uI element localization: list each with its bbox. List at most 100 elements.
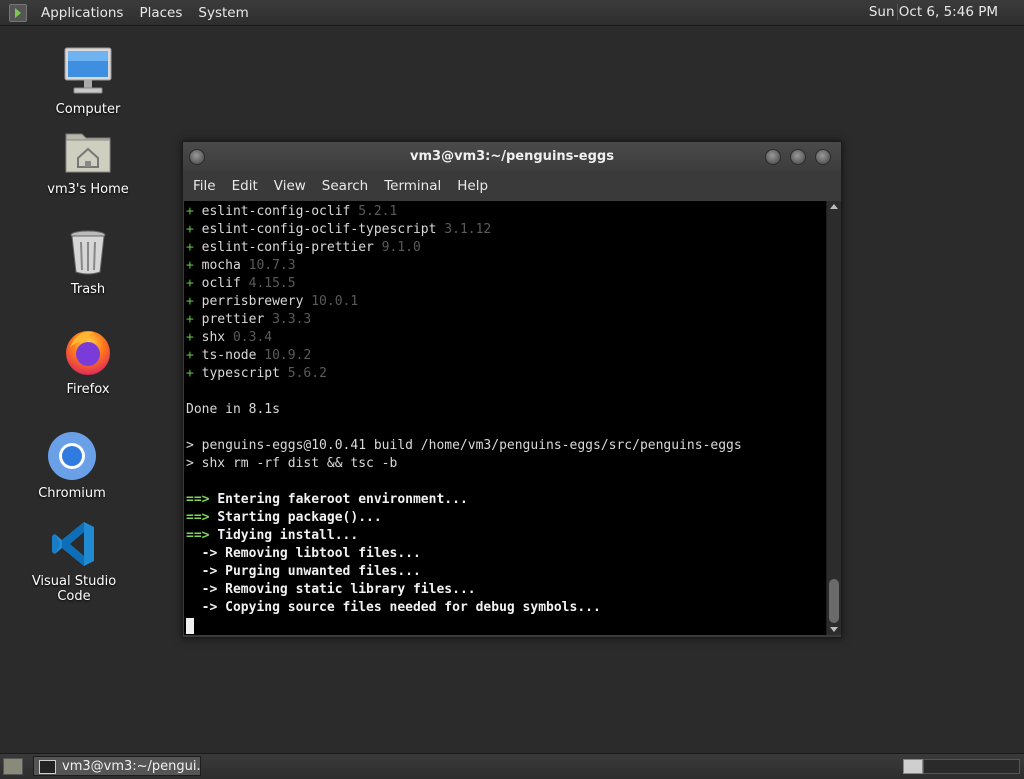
- plus-marker: +: [186, 330, 194, 345]
- package-line: + shx 0.3.4: [186, 329, 826, 347]
- desktop-icon-label: Computer: [55, 102, 121, 117]
- desktop-icon-computer[interactable]: Computer: [28, 46, 148, 117]
- substep-text: Removing libtool files...: [225, 546, 421, 561]
- package-line: + prettier 3.3.3: [186, 311, 826, 329]
- package-name: prettier: [201, 312, 265, 327]
- package-line: + eslint-config-oclif-typescript 3.1.12: [186, 221, 826, 239]
- menu-applications[interactable]: Applications: [33, 5, 131, 21]
- menu-places[interactable]: Places: [131, 5, 190, 21]
- desktop-icon-home[interactable]: vm3's Home: [28, 126, 148, 197]
- menu-terminal[interactable]: Terminal: [376, 178, 449, 194]
- plus-marker: +: [186, 348, 194, 363]
- workspace-switcher-1[interactable]: [903, 759, 923, 774]
- desktop-icon-label: Chromium: [38, 486, 106, 501]
- package-name: oclif: [201, 276, 241, 291]
- window-title-bar[interactable]: vm3@vm3:~/penguins-eggs: [183, 142, 841, 172]
- plus-marker: +: [186, 294, 194, 309]
- plus-marker: +: [186, 366, 194, 381]
- package-line: + eslint-config-prettier 9.1.0: [186, 239, 826, 257]
- step-text: Tidying install...: [217, 528, 359, 543]
- desktop-icon-firefox[interactable]: Firefox: [28, 326, 148, 397]
- package-line: + oclif 4.15.5: [186, 275, 826, 293]
- close-button[interactable]: [815, 149, 831, 165]
- step-line: ==> Tidying install...: [186, 527, 826, 545]
- package-name: perrisbrewery: [201, 294, 304, 309]
- workspace-switcher-2[interactable]: [923, 759, 1020, 774]
- cursor-line: [186, 617, 826, 635]
- plus-marker: +: [186, 258, 194, 273]
- plus-marker: +: [186, 276, 194, 291]
- substep-line: -> Removing libtool files...: [186, 545, 826, 563]
- terminal-output[interactable]: + eslint-config-oclif 5.2.1 + eslint-con…: [184, 201, 826, 635]
- scroll-down-arrow-icon[interactable]: [830, 627, 838, 632]
- terminal-icon: [39, 760, 56, 774]
- show-desktop-icon[interactable]: [3, 758, 23, 775]
- vscode-icon: [48, 518, 100, 570]
- substep-line: -> Removing static library files...: [186, 581, 826, 599]
- menu-file[interactable]: File: [185, 178, 224, 194]
- package-version: 3.3.3: [272, 312, 312, 327]
- scrollbar-thumb[interactable]: [829, 579, 839, 623]
- step-text: Starting package()...: [217, 510, 382, 525]
- package-name: eslint-config-oclif: [201, 204, 351, 219]
- substep-line: -> Purging unwanted files...: [186, 563, 826, 581]
- package-line: + ts-node 10.9.2: [186, 347, 826, 365]
- menu-help[interactable]: Help: [449, 178, 496, 194]
- desktop-icon-chromium[interactable]: Chromium: [12, 430, 132, 501]
- package-version: 4.15.5: [248, 276, 296, 291]
- package-version: 0.3.4: [232, 330, 273, 345]
- step-marker: ==>: [186, 528, 210, 543]
- step-marker: ==>: [186, 510, 210, 525]
- plus-marker: +: [186, 222, 194, 237]
- package-line: + mocha 10.7.3: [186, 257, 826, 275]
- substep-marker: ->: [201, 600, 218, 615]
- command-text: penguins-eggs@10.0.41 build /home/vm3/pe…: [201, 438, 742, 453]
- step-marker: ==>: [186, 492, 210, 507]
- home-folder-icon: [62, 126, 114, 178]
- package-version: 9.1.0: [381, 240, 421, 255]
- terminal-scrollbar[interactable]: [826, 201, 841, 635]
- step-text: Entering fakeroot environment...: [217, 492, 468, 507]
- package-name: ts-node: [201, 348, 257, 363]
- distro-logo-icon[interactable]: [9, 3, 27, 22]
- text-cursor: [186, 617, 194, 634]
- package-name: eslint-config-prettier: [201, 240, 374, 255]
- substep-marker: ->: [201, 546, 218, 561]
- plus-marker: +: [186, 204, 194, 219]
- taskbar-item-label: vm3@vm3:~/pengui...: [62, 759, 201, 774]
- desktop-icon-label: Firefox: [66, 382, 110, 397]
- menu-view[interactable]: View: [266, 178, 314, 194]
- taskbar-item-terminal[interactable]: vm3@vm3:~/pengui...: [33, 756, 201, 776]
- terminal-window[interactable]: vm3@vm3:~/penguins-eggs File Edit View S…: [182, 141, 842, 638]
- clock[interactable]: Sun Oct 6, 5:46 PM: [869, 4, 998, 20]
- scroll-up-arrow-icon[interactable]: [830, 204, 838, 209]
- command-text: shx rm -rf dist && tsc -b: [201, 456, 398, 471]
- terminal-lines: + eslint-config-oclif 5.2.1 + eslint-con…: [184, 201, 826, 635]
- package-name: eslint-config-oclif-typescript: [201, 222, 437, 237]
- minimize-button[interactable]: [765, 149, 781, 165]
- trash-icon: [62, 226, 114, 278]
- plus-marker: +: [186, 312, 194, 327]
- menu-system[interactable]: System: [190, 5, 256, 21]
- prompt-marker: >: [186, 456, 194, 471]
- command-line: > shx rm -rf dist && tsc -b: [186, 455, 826, 473]
- step-line: ==> Entering fakeroot environment...: [186, 491, 826, 509]
- done-line: Done in 8.1s: [186, 402, 280, 417]
- desktop-icon-vscode[interactable]: Visual Studio Code: [14, 518, 134, 604]
- substep-marker: ->: [201, 564, 218, 579]
- command-line: > penguins-eggs@10.0.41 build /home/vm3/…: [186, 437, 826, 455]
- maximize-button[interactable]: [790, 149, 806, 165]
- package-line: + eslint-config-oclif 5.2.1: [186, 203, 826, 221]
- top-panel: Applications Places System Sun Oct 6, 5:…: [0, 0, 1024, 26]
- package-version: 5.2.1: [358, 204, 398, 219]
- desktop-icon-label: Visual Studio Code: [31, 574, 117, 604]
- desktop-icon-trash[interactable]: Trash: [28, 226, 148, 297]
- menu-search[interactable]: Search: [314, 178, 376, 194]
- plus-marker: +: [186, 240, 194, 255]
- window-menu-icon[interactable]: [189, 149, 205, 165]
- firefox-icon: [62, 326, 114, 378]
- menu-edit[interactable]: Edit: [224, 178, 266, 194]
- prompt-marker: >: [186, 438, 194, 453]
